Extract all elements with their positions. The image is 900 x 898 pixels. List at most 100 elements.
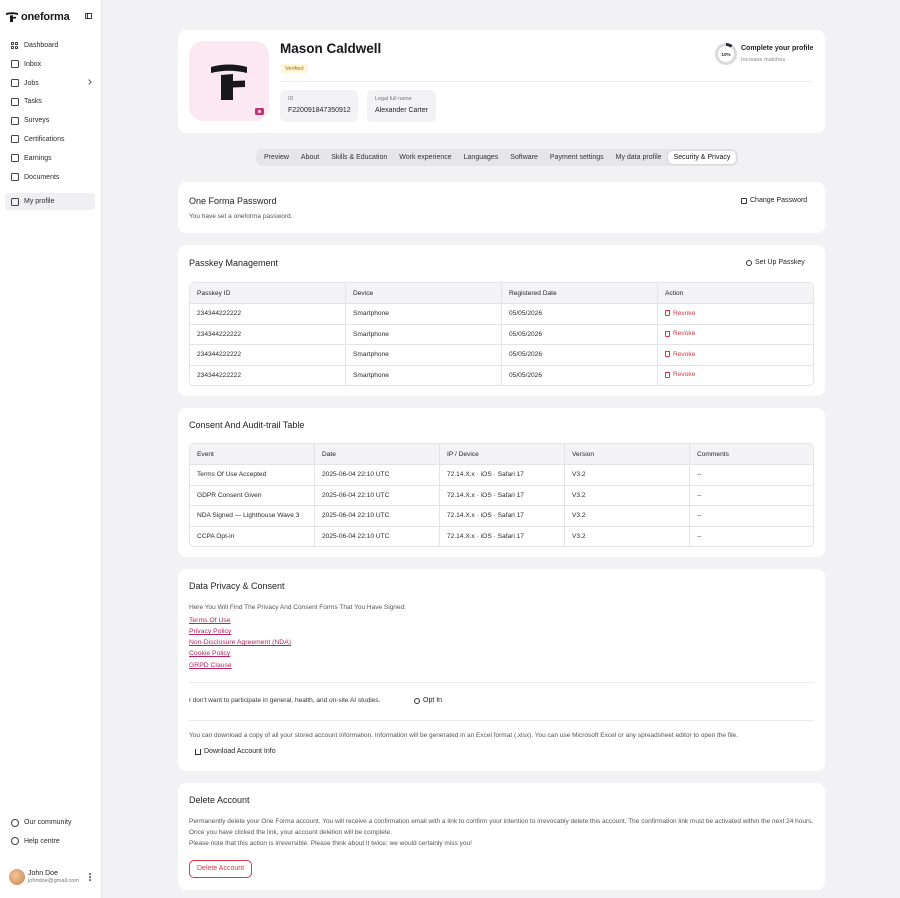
tab-payment-settings[interactable]: Payment settings [544,151,610,164]
trash-icon [665,371,670,378]
sidebar-item-jobs[interactable]: Jobs [5,75,95,92]
consent-comments: -- [690,464,813,485]
consent-event: CCPA Opt-in [190,525,315,547]
opt-in-button[interactable]: Opt In [414,697,442,704]
sidebar-item-help[interactable]: Help centre [5,833,95,850]
table-row: NDA Signed — Lighthouse Wave 3 2025-06-0… [190,505,813,526]
user-menu[interactable]: John Doe johndoe@gmail.com [9,869,95,885]
sidebar-collapse-icon[interactable] [85,13,92,19]
passkey-table: Passkey ID Device Registered Date Action… [189,282,814,387]
passkey-id: 234344222222 [190,364,346,386]
profile-picture[interactable] [189,41,269,121]
setup-passkey-button[interactable]: Set Up Passkey [746,259,805,266]
sidebar-item-label: Surveys [24,117,50,125]
profile-card: Mason Caldwell Verified ID F220091847350… [178,30,825,133]
chevron-right-icon [86,78,92,85]
passkey-id: 234344222222 [190,303,346,324]
more-options-icon[interactable] [89,873,91,881]
id-value: F220091847350912 [288,107,351,114]
tab-my-data-profile[interactable]: My data profile [610,151,668,164]
download-icon [195,748,201,755]
tab-work-experience[interactable]: Work experience [393,151,457,164]
camera-icon[interactable] [255,108,264,115]
sidebar-item-label: Jobs [24,79,39,87]
logo[interactable]: oneforma [6,11,70,23]
sidebar-item-earnings[interactable]: Earnings [5,150,95,167]
sidebar: oneforma Dashboard Inbox Jobs Tasks Surv… [0,0,102,898]
certificate-icon [11,135,19,144]
consent-date: 2025-06-04 22:10 UTC [315,525,440,547]
gear-icon [746,259,752,266]
consent-version: V3.2 [565,505,690,526]
sidebar-bottom: Our community Help centre [5,814,95,852]
tab-software[interactable]: Software [504,151,544,164]
download-account-info-button[interactable]: Download Account Info [195,748,276,755]
complete-profile-title[interactable]: Complete your profile [741,45,813,52]
sidebar-item-certifications[interactable]: Certifications [5,131,95,148]
consent-date: 2025-06-04 22:10 UTC [315,484,440,506]
column-header: Passkey ID [190,283,346,303]
cookie-policy-link[interactable]: Cookie Policy [189,650,230,657]
change-password-button[interactable]: Change Password [741,197,807,204]
user-email: johndoe@gmail.com [28,878,80,884]
table-row: 234344222222 Smartphone 05/05/2026 Revok… [190,323,813,345]
sidebar-item-label: Certifications [24,135,65,143]
passkey-action: Revoke [658,303,813,324]
id-label: ID [288,96,294,102]
passkey-title: Passkey Management [189,258,279,268]
nda-link[interactable]: Non-Disclosure Agreement (NDA) [189,639,291,646]
sidebar-item-tasks[interactable]: Tasks [5,93,95,110]
user-name: John Doe [28,870,58,877]
delete-account-button[interactable]: Delete Account [189,860,253,878]
revoke-button[interactable]: Revoke [665,351,695,358]
table-header-row: Passkey ID Device Registered Date Action [190,283,813,303]
privacy-policy-link[interactable]: Privacy Policy [189,628,231,635]
privacy-intro: Here You Will Find The Privacy And Conse… [189,604,406,611]
help-icon [11,837,19,846]
profile-tabs: Preview About Skills & Education Work ex… [256,149,739,166]
setup-passkey-label: Set Up Passkey [755,259,805,266]
sidebar-item-surveys[interactable]: Surveys [5,112,95,129]
id-box: ID F220091847350912 [280,90,358,122]
consent-ip: 72.14.X.x · iOS · Safari 17 [440,505,565,526]
column-header: Date [315,444,440,464]
profile-name: Mason Caldwell [280,41,382,56]
divider [189,682,814,683]
sidebar-item-community[interactable]: Our community [5,814,95,831]
consent-version: V3.2 [565,484,690,506]
delete-account-title: Delete Account [189,795,250,805]
revoke-label: Revoke [673,350,696,358]
table-row: 234344222222 Smartphone 05/05/2026 Revok… [190,303,813,324]
edit-icon [741,197,747,204]
table-row: CCPA Opt-in 2025-06-04 22:10 UTC 72.14.X… [190,525,813,547]
terms-of-use-link[interactable]: Terms Of Use [189,617,231,624]
passkey-device: Smartphone [346,364,502,386]
revoke-label: Revoke [673,309,696,317]
sidebar-nav: Dashboard Inbox Jobs Tasks Surveys Certi… [5,37,95,212]
sidebar-item-my-profile[interactable]: My profile [5,193,95,211]
legal-name-label: Legal full name [375,96,412,102]
tab-preview[interactable]: Preview [258,151,295,164]
tab-skills-education[interactable]: Skills & Education [325,151,393,164]
privacy-title: Data Privacy & Consent [189,581,285,591]
legal-name-value: Alexander Carter [375,107,428,114]
grpd-clause-link[interactable]: GRPD Clause [189,662,232,669]
consent-comments: -- [690,505,813,526]
revoke-button[interactable]: Revoke [665,330,695,337]
passkey-date: 05/05/2026 [502,303,658,324]
sidebar-item-documents[interactable]: Documents [5,169,95,186]
column-header: Version [565,444,690,464]
revoke-button[interactable]: Revoke [665,310,695,317]
sidebar-item-label: Inbox [24,60,42,68]
complete-profile-subtitle: Increase matches [741,57,786,63]
revoke-label: Revoke [673,330,696,338]
table-header-row: Event Date IP / Device Version Comments [190,444,813,464]
profile-progress-ring: 10% [715,43,737,65]
passkey-id: 234344222222 [190,344,346,365]
revoke-button[interactable]: Revoke [665,371,695,378]
sidebar-item-dashboard[interactable]: Dashboard [5,37,95,54]
sidebar-item-inbox[interactable]: Inbox [5,56,95,73]
tab-about[interactable]: About [295,151,325,164]
tab-languages[interactable]: Languages [458,151,505,164]
tab-security-privacy[interactable]: Security & Privacy [667,151,737,164]
